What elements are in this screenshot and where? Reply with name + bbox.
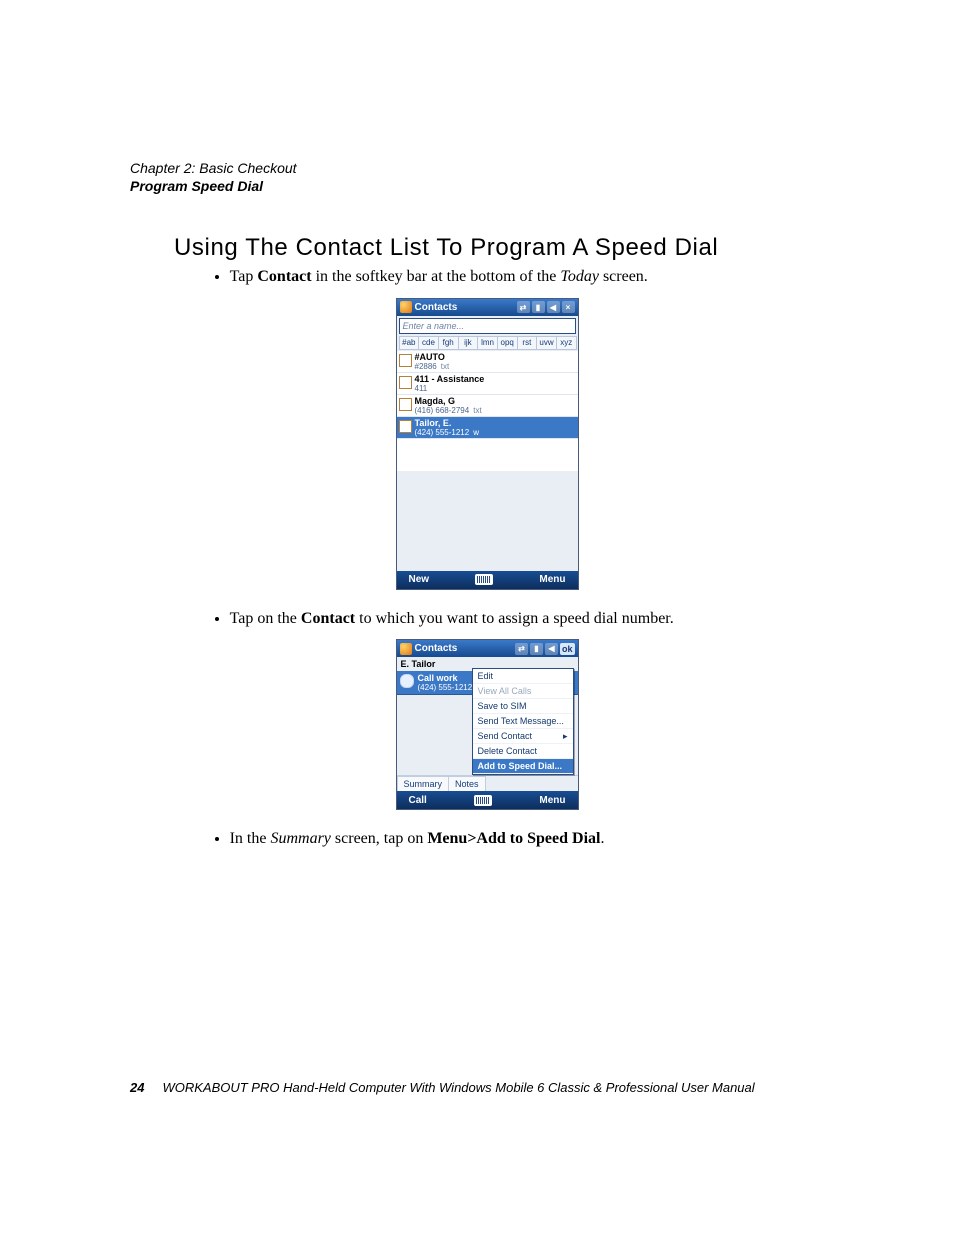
context-menu: Edit View All Calls Save to SIM Send Tex…	[472, 668, 574, 775]
page-footer: 24 WORKABOUT PRO Hand-Held Computer With…	[130, 1080, 864, 1095]
contact-icon	[399, 398, 412, 411]
contact-name: #AUTO	[415, 352, 576, 362]
close-button[interactable]: ×	[562, 301, 575, 313]
contact-sub: 411	[415, 384, 428, 393]
volume-icon: ◀	[545, 643, 558, 655]
tabs-row: Summary Notes	[397, 775, 578, 791]
volume-icon: ◀	[547, 301, 560, 313]
contact-sub: (424) 555-1212	[415, 428, 470, 437]
menu-send-contact[interactable]: Send Contact ▸	[473, 729, 573, 744]
title-bar: Contacts ⇄ ▮ ◀ ok	[397, 640, 578, 657]
menu-label: Send Contact	[478, 731, 533, 741]
alpha-tab[interactable]: rst	[517, 336, 538, 350]
softkey-left[interactable]: Call	[409, 795, 427, 806]
text: Tap	[230, 268, 258, 285]
start-icon	[400, 301, 412, 313]
contact-name: 411 - Assistance	[415, 374, 576, 384]
signal-icon: ▮	[532, 301, 545, 313]
sim-icon	[399, 376, 412, 389]
softkey-left[interactable]: New	[409, 574, 430, 585]
alpha-tab[interactable]: ijk	[458, 336, 479, 350]
text: Tap on the	[230, 610, 301, 627]
keyboard-icon[interactable]	[474, 795, 492, 806]
contact-type: txt	[473, 406, 481, 415]
page-title: Using The Contact List To Program A Spee…	[174, 234, 844, 262]
start-icon	[400, 643, 412, 655]
softkey-right[interactable]: Menu	[539, 574, 565, 585]
list-item[interactable]: #AUTO #2886 txt	[397, 351, 578, 373]
text: in the softkey bar at the bottom of the	[312, 268, 561, 285]
text: to which you want to assign a speed dial…	[355, 610, 674, 627]
alpha-tab[interactable]: #ab	[399, 336, 420, 350]
alpha-tab[interactable]: xyz	[556, 336, 577, 350]
menu-send-text[interactable]: Send Text Message...	[473, 714, 573, 729]
contact-list: #AUTO #2886 txt 411 - Assistance 411 Magd…	[397, 351, 578, 471]
step-list: Tap on the Contact to which you want to …	[212, 608, 844, 630]
menu-add-to-speed-dial[interactable]: Add to Speed Dial...	[473, 759, 573, 774]
contact-name: Magda, G	[415, 396, 576, 406]
text: Menu>Add to Speed Dial	[427, 830, 600, 847]
chapter-header: Chapter 2: Basic Checkout	[130, 160, 844, 176]
text: In the	[230, 830, 271, 847]
ok-button[interactable]: ok	[560, 643, 575, 655]
screen-title: Contacts	[415, 302, 458, 313]
menu-delete-contact[interactable]: Delete Contact	[473, 744, 573, 759]
alpha-tab[interactable]: opq	[497, 336, 518, 350]
alpha-filter-row[interactable]: #ab cde fgh ijk lmn opq rst uvw xyz	[399, 336, 576, 350]
call-label: Call work	[418, 673, 473, 683]
text: Summary	[270, 830, 330, 847]
text: screen, tap on	[331, 830, 427, 847]
tab-notes[interactable]: Notes	[448, 776, 486, 791]
step-1: Tap Contact in the softkey bar at the bo…	[230, 266, 844, 288]
contact-type: txt	[441, 362, 449, 371]
contact-sub: #2886	[415, 362, 437, 371]
empty-area	[397, 471, 578, 571]
list-item[interactable]: Magda, G (416) 668-2794txt	[397, 395, 578, 417]
list-item-selected[interactable]: Tailor, E. (424) 555-1212w	[397, 417, 578, 439]
text: .	[600, 830, 604, 847]
softkey-bar: New Menu	[397, 571, 578, 589]
menu-edit[interactable]: Edit	[473, 669, 573, 684]
text: Contact	[301, 610, 355, 627]
menu-save-to-sim[interactable]: Save to SIM	[473, 699, 573, 714]
phone-icon	[400, 674, 414, 688]
footer-title: WORKABOUT PRO Hand-Held Computer With Wi…	[162, 1080, 754, 1095]
alpha-tab[interactable]: fgh	[438, 336, 459, 350]
contact-summary-screenshot: Contacts ⇄ ▮ ◀ ok E. Tailor Call work (4…	[396, 639, 579, 810]
chevron-right-icon: ▸	[563, 731, 568, 742]
connectivity-icon: ⇄	[515, 643, 528, 655]
summary-area: Edit View All Calls Save to SIM Send Tex…	[397, 695, 578, 775]
screen-title: Contacts	[415, 643, 458, 654]
contact-icon	[399, 354, 412, 367]
step-2: Tap on the Contact to which you want to …	[230, 608, 844, 630]
alpha-tab[interactable]: lmn	[477, 336, 498, 350]
keyboard-icon[interactable]	[475, 574, 493, 585]
contacts-list-screenshot: Contacts ⇄ ▮ ◀ × Enter a name... #ab cde…	[396, 298, 579, 590]
list-item[interactable]: 411 - Assistance 411	[397, 373, 578, 395]
text: Today	[560, 268, 599, 285]
step-3: In the Summary screen, tap on Menu>Add t…	[230, 828, 844, 850]
text: screen.	[599, 268, 648, 285]
contact-name: Tailor, E.	[415, 418, 576, 428]
contact-sub: (416) 668-2794	[415, 406, 470, 415]
signal-icon: ▮	[530, 643, 543, 655]
contact-icon	[399, 420, 412, 433]
alpha-tab[interactable]: cde	[418, 336, 439, 350]
menu-view-all-calls: View All Calls	[473, 684, 573, 699]
text: Contact	[257, 268, 311, 285]
contact-type: w	[473, 428, 479, 437]
connectivity-icon: ⇄	[517, 301, 530, 313]
alpha-tab[interactable]: uvw	[536, 336, 557, 350]
step-list: Tap Contact in the softkey bar at the bo…	[212, 266, 844, 288]
title-bar: Contacts ⇄ ▮ ◀ ×	[397, 299, 578, 316]
search-input[interactable]: Enter a name...	[399, 318, 576, 334]
softkey-bar: Call Menu	[397, 791, 578, 809]
step-list: In the Summary screen, tap on Menu>Add t…	[212, 828, 844, 850]
call-number: (424) 555-1212	[418, 683, 473, 692]
tab-summary[interactable]: Summary	[397, 776, 450, 791]
page-number: 24	[130, 1080, 144, 1095]
softkey-right[interactable]: Menu	[539, 795, 565, 806]
section-header: Program Speed Dial	[130, 178, 844, 194]
